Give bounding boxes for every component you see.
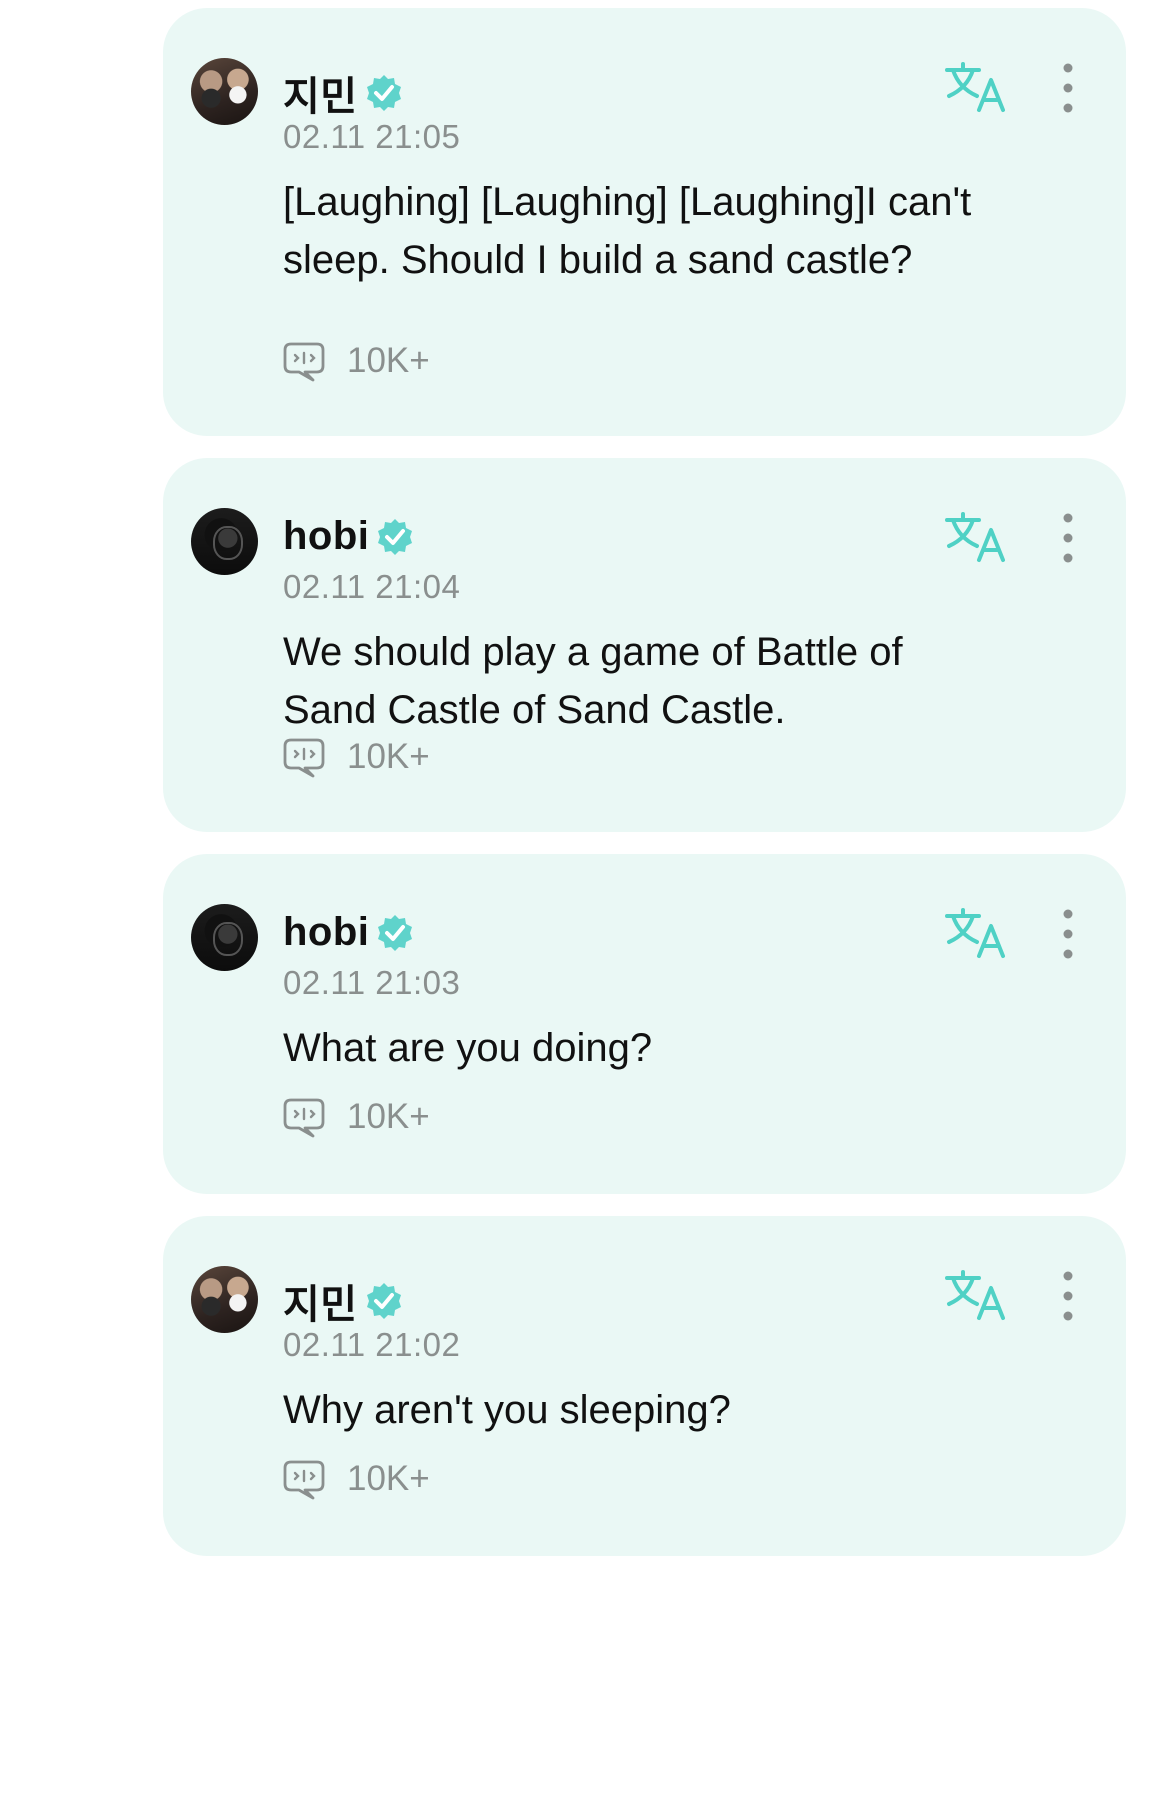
reply-button[interactable]: 10K+ — [283, 1094, 430, 1140]
reply-button[interactable]: 10K+ — [283, 734, 430, 780]
translate-icon[interactable] — [943, 1268, 1007, 1324]
post-timestamp: 02.11 21:04 — [283, 568, 461, 605]
author-row: hobi — [283, 514, 415, 559]
author-name[interactable]: hobi — [283, 910, 369, 955]
post-text: Why aren't you sleeping? — [283, 1388, 731, 1432]
more-vertical-icon[interactable] — [1056, 1268, 1080, 1324]
author-name[interactable]: 지민 — [283, 64, 358, 122]
translate-icon[interactable] — [943, 510, 1007, 566]
post-timestamp: 02.11 21:02 — [283, 1326, 461, 1363]
reply-bubble-icon — [283, 738, 325, 778]
verified-badge-icon — [378, 518, 413, 555]
reply-button[interactable]: 10K+ — [283, 1456, 430, 1502]
author-row: 지민 — [283, 1272, 404, 1330]
avatar[interactable] — [191, 58, 258, 125]
post-card[interactable]: hobi 02.11 21:04 We should play a game o… — [163, 458, 1126, 832]
reply-count: 10K+ — [347, 1097, 430, 1136]
more-vertical-icon[interactable] — [1056, 906, 1080, 962]
post-card[interactable]: hobi 02.11 21:03 What are you doing? 10K… — [163, 854, 1126, 1194]
author-name[interactable]: 지민 — [283, 1272, 358, 1330]
post-card[interactable]: 지민 02.11 21:05 [Laughing] [Laughing] [La… — [163, 8, 1126, 436]
author-name[interactable]: hobi — [283, 514, 369, 559]
post-feed: 지민 02.11 21:05 [Laughing] [Laughing] [La… — [0, 0, 1169, 1814]
translate-icon[interactable] — [943, 60, 1007, 116]
author-row: hobi — [283, 910, 415, 955]
verified-badge-icon — [366, 75, 401, 111]
reply-bubble-icon — [283, 1460, 325, 1500]
reply-count: 10K+ — [347, 341, 430, 380]
reply-count: 10K+ — [347, 737, 430, 776]
post-timestamp: 02.11 21:05 — [283, 118, 461, 155]
reply-count: 10K+ — [347, 1459, 430, 1498]
more-vertical-icon[interactable] — [1056, 510, 1080, 566]
more-vertical-icon[interactable] — [1056, 60, 1080, 116]
post-text: We should play a game of Battle of Sand … — [283, 630, 903, 732]
translate-icon[interactable] — [943, 906, 1007, 962]
post-text: [Laughing] [Laughing] [Laughing]I can't … — [283, 180, 972, 282]
reply-bubble-icon — [283, 1098, 325, 1138]
post-text: What are you doing? — [283, 1026, 653, 1070]
reply-button[interactable]: 10K+ — [283, 338, 430, 384]
author-row: 지민 — [283, 64, 404, 122]
post-card[interactable]: 지민 02.11 21:02 Why aren't you sleeping? … — [163, 1216, 1126, 1556]
avatar[interactable] — [191, 1266, 258, 1333]
post-timestamp: 02.11 21:03 — [283, 964, 461, 1001]
avatar[interactable] — [191, 508, 258, 575]
verified-badge-icon — [366, 1283, 401, 1319]
reply-bubble-icon — [283, 342, 325, 382]
verified-badge-icon — [378, 914, 413, 951]
avatar[interactable] — [191, 904, 258, 971]
